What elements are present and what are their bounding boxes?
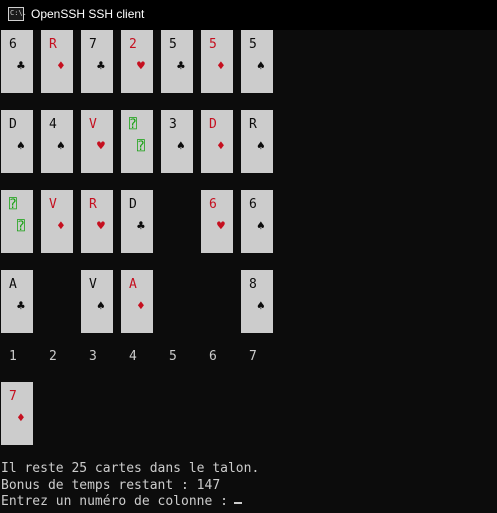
column-label: 1 (9, 349, 17, 364)
card-rank: R (49, 37, 57, 52)
card-rank: 6 (9, 37, 17, 52)
card-rank: 7 (89, 37, 97, 52)
card-rank: 5 (209, 37, 217, 52)
card-rank: 4 (49, 117, 57, 132)
card-rank: D (9, 117, 17, 132)
window-title: OpenSSH SSH client (31, 7, 145, 21)
card-rank: A (129, 277, 137, 292)
playing-card: 6 ♥ (201, 190, 233, 253)
playing-card: D ♣ (121, 190, 153, 253)
playing-card: 4 ♠ (41, 110, 73, 173)
playing-card: 6 ♠ (241, 190, 273, 253)
card-suit: ♠ (97, 299, 105, 314)
card-rank: 6 (249, 197, 257, 212)
card-suit: ♠ (17, 139, 25, 154)
card-suit: ♠ (57, 139, 65, 154)
playing-card: 6 ♣ (1, 30, 33, 93)
title-bar: C:\. OpenSSH SSH client (0, 0, 497, 30)
playing-card: 8 ♠ (241, 270, 273, 333)
console-icon: C:\. (8, 7, 27, 21)
column-label: 3 (89, 349, 97, 364)
playing-card: V ♥ (81, 110, 113, 173)
card-rank: 5 (249, 37, 257, 52)
card-rank: 3 (169, 117, 177, 132)
playing-card: A ♣ (1, 270, 33, 333)
card-suit: ♠ (257, 219, 265, 234)
card-suit: ♦ (137, 299, 145, 314)
card-suit: ⍰ (17, 219, 25, 234)
playing-card: V ♦ (41, 190, 73, 253)
card-suit: ♥ (97, 219, 105, 234)
card-rank: 6 (209, 197, 217, 212)
column-label: 4 (129, 349, 137, 364)
card-rank: 7 (9, 389, 17, 404)
card-rank: D (129, 197, 137, 212)
playing-card: ⍰ ⍰ (1, 190, 33, 253)
playing-card: D ♦ (201, 110, 233, 173)
card-suit: ♠ (257, 139, 265, 154)
card-rank: ⍰ (129, 117, 137, 132)
terminal-area[interactable]: 6 ♣ R ♦ 7 ♣ 2 ♥ 5 ♣ 5 ♦ 5 ♠ D ♠ 4 ♠ V ♥ ⍰ ⍰ 3 ♠ D ♦ R ♠ ⍰ ⍰ V ♦ R ♥ D ♣ 6 ♥ 6 ♠… (0, 30, 497, 513)
column-label: 7 (249, 349, 257, 364)
card-rank: 8 (249, 277, 257, 292)
card-suit: ♣ (17, 59, 25, 74)
card-suit: ♣ (97, 59, 105, 74)
card-suit: ♣ (17, 299, 25, 314)
card-suit: ♦ (57, 219, 65, 234)
card-suit: ♥ (217, 219, 225, 234)
playing-card: 5 ♦ (201, 30, 233, 93)
card-rank: V (89, 117, 97, 132)
card-rank: 2 (129, 37, 137, 52)
playing-card: ⍰ ⍰ (121, 110, 153, 173)
card-rank: R (249, 117, 257, 132)
card-suit: ⍰ (137, 139, 145, 154)
card-rank: D (209, 117, 217, 132)
card-suit: ♠ (257, 59, 265, 74)
playing-card: R ♦ (41, 30, 73, 93)
card-rank: ⍰ (9, 197, 17, 212)
playing-card: A ♦ (121, 270, 153, 333)
card-suit: ♣ (177, 59, 185, 74)
playing-card: 3 ♠ (161, 110, 193, 173)
playing-card: V ♠ (81, 270, 113, 333)
playing-card: R ♠ (241, 110, 273, 173)
card-suit: ♥ (137, 59, 145, 74)
playing-card: 7 ♣ (81, 30, 113, 93)
playing-card: 5 ♠ (241, 30, 273, 93)
card-rank: A (9, 277, 17, 292)
card-suit: ♦ (17, 411, 25, 426)
card-suit: ♦ (217, 139, 225, 154)
card-suit: ♦ (57, 59, 65, 74)
card-rank: V (49, 197, 57, 212)
card-rank: R (89, 197, 97, 212)
card-suit: ♥ (97, 139, 105, 154)
column-label: 5 (169, 349, 177, 364)
column-prompt: Entrez un numéro de colonne : (1, 494, 236, 509)
playing-card: 2 ♥ (121, 30, 153, 93)
playing-card: D ♠ (1, 110, 33, 173)
time-bonus-message: Bonus de temps restant : 147 (1, 478, 221, 493)
stock-remaining-message: Il reste 25 cartes dans le talon. (1, 461, 260, 476)
playing-card: R ♥ (81, 190, 113, 253)
card-rank: 5 (169, 37, 177, 52)
console-icon-glyph: C:\. (10, 9, 27, 17)
waste-card: 7 ♦ (1, 382, 33, 445)
column-label: 2 (49, 349, 57, 364)
text-cursor (234, 502, 242, 504)
card-suit: ♠ (177, 139, 185, 154)
column-label: 6 (209, 349, 217, 364)
card-suit: ♠ (257, 299, 265, 314)
card-suit: ♦ (217, 59, 225, 74)
card-suit: ♣ (137, 219, 145, 234)
playing-card: 5 ♣ (161, 30, 193, 93)
card-rank: V (89, 277, 97, 292)
